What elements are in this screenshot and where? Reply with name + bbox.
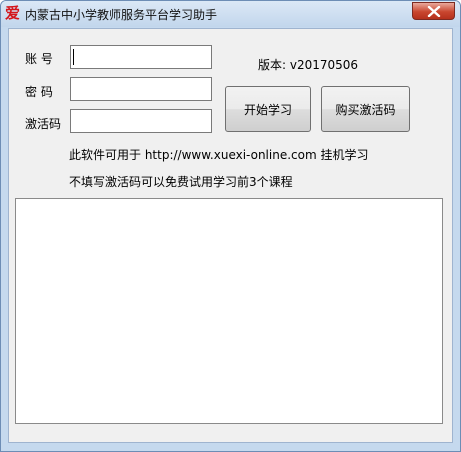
window-title: 内蒙古中小学教师服务平台学习助手 [25, 8, 218, 22]
usage-info-text: 此软件可用于 http://www.xuexi-online.com 挂机学习 [69, 148, 369, 162]
password-label: 密 码 [25, 85, 53, 99]
start-study-button[interactable]: 开始学习 [225, 86, 311, 132]
buy-activation-code-button[interactable]: 购买激活码 [321, 86, 410, 132]
close-icon [427, 6, 441, 17]
text-caret [73, 49, 74, 65]
password-input[interactable] [70, 77, 212, 101]
activation-code-label: 激活码 [25, 117, 62, 131]
account-input[interactable] [70, 45, 212, 69]
app-icon: 爱 [5, 4, 21, 22]
app-window: 爱 内蒙古中小学教师服务平台学习助手 账 号 密 码 激活码 版本: v2017… [0, 0, 461, 452]
client-area: 账 号 密 码 激活码 版本: v20170506 开始学习 购买激活码 此软件… [8, 28, 453, 443]
trial-info-text: 不填写激活码可以免费试用学习前3个课程 [69, 175, 293, 189]
title-bar[interactable]: 爱 内蒙古中小学教师服务平台学习助手 [1, 1, 460, 27]
activation-code-input[interactable] [70, 109, 212, 133]
version-label: 版本: v20170506 [258, 58, 359, 72]
log-output-area[interactable] [15, 198, 443, 424]
account-label: 账 号 [25, 52, 53, 66]
close-button[interactable] [412, 2, 455, 20]
